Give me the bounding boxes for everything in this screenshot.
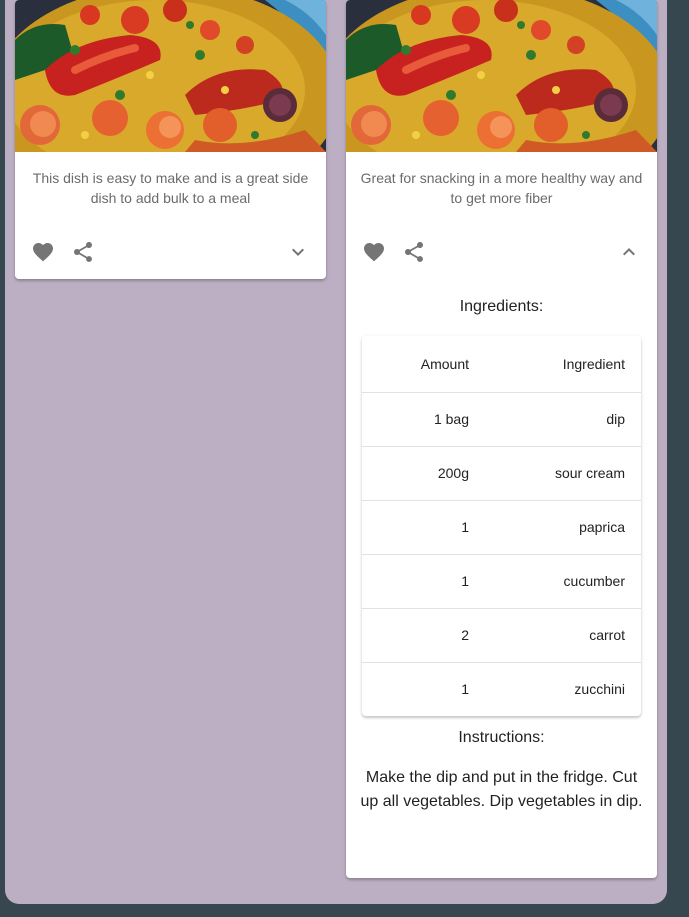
chevron-up-icon bbox=[623, 248, 635, 256]
heart-icon bbox=[364, 243, 384, 262]
recipe-image bbox=[346, 0, 657, 152]
chevron-down-icon bbox=[292, 248, 304, 256]
amount-cell: 200g bbox=[437, 465, 469, 481]
favorite-button[interactable] bbox=[31, 240, 55, 264]
ingredient-cell: cucumber bbox=[563, 573, 625, 589]
share-icon bbox=[74, 242, 92, 262]
instructions-heading: Instructions: bbox=[458, 729, 545, 746]
instructions-text: Make the dip and put in the fridge. Cut … bbox=[360, 769, 643, 810]
expand-button[interactable] bbox=[286, 240, 310, 264]
amount-cell: 1 bag bbox=[433, 411, 469, 427]
ingredients-heading: Ingredients: bbox=[459, 298, 544, 315]
amount-cell: 1 bbox=[461, 519, 469, 535]
share-button[interactable] bbox=[402, 240, 426, 264]
table-row: 2 carrot bbox=[362, 609, 641, 663]
collapse-button[interactable] bbox=[617, 240, 641, 264]
table-row: 1 cucumber bbox=[362, 555, 641, 609]
amount-column-header: Amount bbox=[420, 356, 469, 372]
heart-icon bbox=[33, 243, 53, 262]
share-button[interactable] bbox=[71, 240, 95, 264]
table-row: 1 zucchini bbox=[362, 663, 641, 716]
table-row: 1 paprica bbox=[362, 501, 641, 555]
ingredient-cell: paprica bbox=[579, 519, 625, 535]
ingredients-table: Amount Ingredient 1 bag dip 200g sour cr… bbox=[362, 336, 641, 716]
table-header-row: Amount Ingredient bbox=[362, 336, 641, 393]
amount-cell: 2 bbox=[461, 627, 469, 643]
ingredient-column-header: Ingredient bbox=[562, 356, 625, 372]
table-row: 1 bag dip bbox=[362, 393, 641, 447]
ingredient-cell: sour cream bbox=[554, 465, 625, 481]
table-row: 200g sour cream bbox=[362, 447, 641, 501]
share-icon bbox=[405, 242, 423, 262]
recipe-image bbox=[15, 0, 326, 152]
amount-cell: 1 bbox=[461, 573, 469, 589]
ingredient-cell: zucchini bbox=[574, 681, 625, 697]
favorite-button[interactable] bbox=[362, 240, 386, 264]
ingredient-cell: dip bbox=[606, 411, 625, 427]
recipe-description: This dish is easy to make and is a great… bbox=[32, 170, 309, 206]
recipe-description: Great for snacking in a more healthy way… bbox=[360, 170, 643, 206]
recipe-card-expanded: Great for snacking in a more healthy way… bbox=[346, 0, 657, 878]
recipe-card: This dish is easy to make and is a great… bbox=[15, 0, 326, 279]
amount-cell: 1 bbox=[461, 681, 469, 697]
ingredient-cell: carrot bbox=[589, 627, 625, 643]
